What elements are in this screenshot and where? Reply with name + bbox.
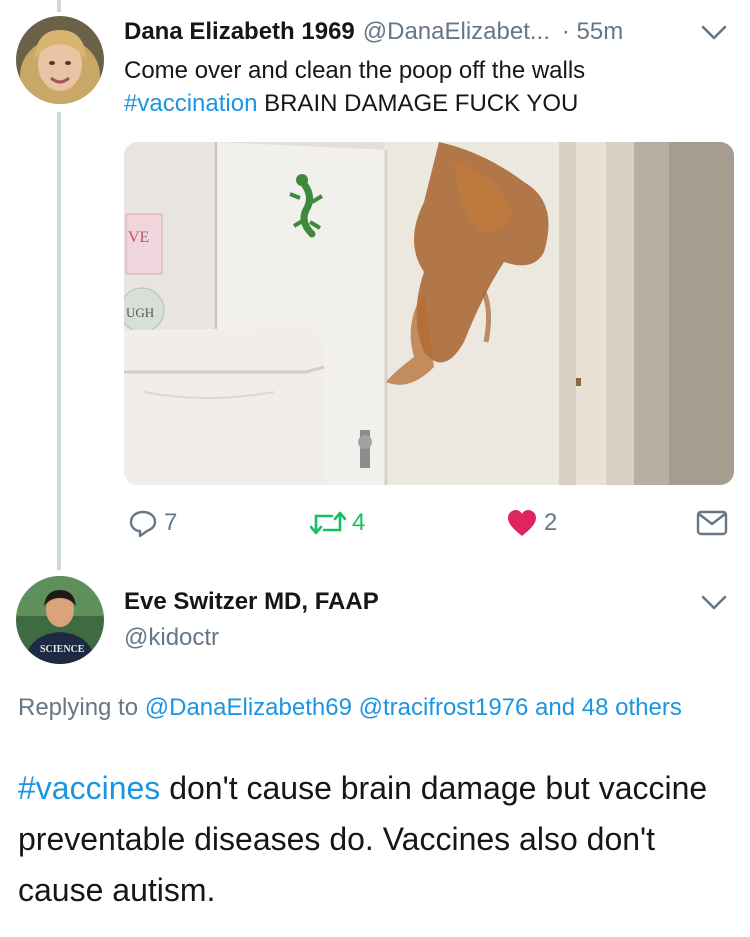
tweet-media-image[interactable]: VE UGH	[124, 142, 734, 485]
tweet-text: Come over and clean the poop off the wal…	[124, 54, 734, 120]
chevron-down-icon[interactable]	[700, 24, 728, 42]
replying-prefix: Replying to	[18, 694, 139, 721]
user-handle[interactable]: @kidoctr	[124, 624, 219, 652]
hashtag-link[interactable]: #vaccines	[18, 770, 160, 806]
tweet-header: Dana Elizabeth 1969 @DanaElizabet... · 5…	[124, 14, 732, 50]
tweet-text-line: Come over and clean the poop off the wal…	[124, 57, 586, 84]
display-name[interactable]: Dana Elizabeth 1969	[124, 18, 355, 46]
user-handle[interactable]: @DanaElizabet...	[363, 18, 550, 46]
mention-link[interactable]: @DanaElizabeth69	[145, 694, 352, 721]
replying-to: Replying to @DanaElizabeth69 @tracifrost…	[18, 690, 718, 725]
thread-line	[57, 112, 61, 570]
like-button[interactable]: 2	[506, 505, 557, 541]
mention-link[interactable]: @tracifrost1976	[359, 694, 529, 721]
like-count: 2	[544, 509, 558, 536]
shirt-text: SCIENCE	[40, 644, 85, 655]
reply-count: 7	[164, 509, 178, 536]
thread-line-top	[57, 0, 61, 12]
direct-message-button[interactable]	[696, 505, 728, 541]
tweet-text: #vaccines don't cause brain damage but v…	[18, 763, 728, 916]
envelope-icon	[696, 510, 728, 536]
reply-button[interactable]: 7	[128, 505, 177, 541]
timestamp[interactable]: · 55m	[562, 18, 623, 46]
avatar[interactable]	[16, 16, 104, 104]
sign-text-bottom: UGH	[126, 305, 154, 320]
reply-icon	[129, 510, 157, 538]
tweet-text-rest: BRAIN DAMAGE FUCK YOU	[257, 90, 579, 117]
heart-icon	[508, 510, 536, 536]
sign-text-top: VE	[128, 229, 149, 246]
retweet-icon	[310, 511, 346, 535]
chevron-down-icon[interactable]	[700, 594, 728, 612]
retweet-count: 4	[352, 509, 366, 536]
others-link[interactable]: and 48 others	[535, 694, 682, 721]
display-name[interactable]: Eve Switzer MD, FAAP	[124, 588, 379, 616]
avatar[interactable]: SCIENCE	[16, 576, 104, 664]
hashtag-link[interactable]: #vaccination	[124, 90, 257, 117]
retweet-button[interactable]: 4	[310, 505, 365, 541]
tweet-actions: 7 4 2	[124, 505, 734, 541]
